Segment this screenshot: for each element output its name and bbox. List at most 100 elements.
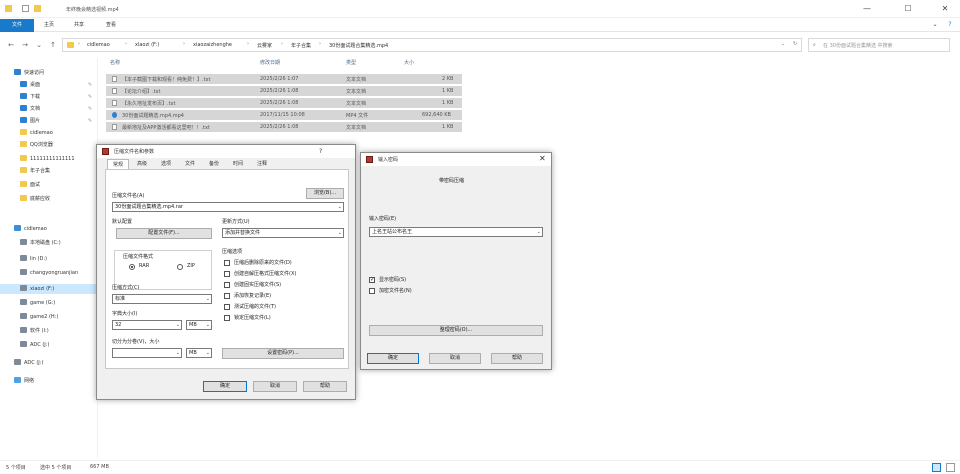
method-select[interactable]: 标准 ⌄: [112, 294, 212, 304]
option-lock-checkbox[interactable]: [224, 315, 230, 321]
sidebar-item-drive-i[interactable]: 软件 (I:): [20, 326, 49, 336]
sidebar-item-folder-1111[interactable]: 11111111111111: [20, 154, 75, 164]
search-input[interactable]: ⌕ 在 30份面试题合集精选 中搜索: [808, 38, 950, 52]
dict-unit-select[interactable]: MB ⌄: [186, 320, 212, 330]
column-header-type[interactable]: 类型: [346, 58, 356, 68]
tab-share[interactable]: 共享: [68, 19, 90, 32]
help-button[interactable]: 帮助: [303, 381, 347, 392]
file-row[interactable]: 30份面试题精选.mp4.mp4 2017/11/15 10:08 MP4 文件…: [106, 110, 462, 120]
file-row[interactable]: 【本子截图下载和观看！纯免费！】.txt 2025/2/26 1:07 文本文档…: [106, 74, 462, 84]
breadcrumb[interactable]: 云雾家: [257, 42, 272, 49]
help-icon[interactable]: ?: [945, 20, 955, 30]
sidebar-item-cidlemao-folder[interactable]: cidlemao: [20, 128, 53, 138]
breadcrumb[interactable]: cidlemao: [87, 42, 110, 48]
tab-general[interactable]: 常规: [107, 159, 129, 169]
sidebar-item-this-pc[interactable]: cidlemao: [14, 224, 47, 234]
ok-button[interactable]: 确定: [203, 381, 247, 392]
column-header-name[interactable]: 名称: [110, 58, 120, 68]
file-row[interactable]: 【永久地址发布页】.txt 2025/2/26 1:08 文本文档 1 KB: [106, 98, 462, 108]
tab-file[interactable]: 文件: [0, 19, 34, 32]
sidebar-item-quick-access[interactable]: 快速访问: [14, 68, 44, 78]
format-zip-radio[interactable]: [177, 264, 183, 270]
star-icon: [14, 69, 21, 75]
sidebar-item-drive-e[interactable]: changyongruanjian: [20, 268, 78, 278]
sidebar-item-qq-browser[interactable]: QQ浏览器: [20, 140, 53, 150]
tab-backup[interactable]: 备份: [203, 159, 225, 169]
tab-files[interactable]: 文件: [179, 159, 201, 169]
tab-time[interactable]: 时间: [227, 159, 249, 169]
minimize-button[interactable]: —: [862, 4, 872, 14]
password-cancel-button[interactable]: 取消: [429, 353, 481, 364]
show-password-checkbox[interactable]: [369, 276, 375, 283]
recent-chevron-icon[interactable]: ⌄: [34, 40, 44, 50]
up-arrow-icon[interactable]: ↑: [48, 40, 58, 50]
option-sfx-checkbox[interactable]: [224, 271, 230, 277]
chevron-down-icon[interactable]: ⌄: [781, 41, 785, 47]
split-unit-select[interactable]: MB ⌄: [186, 348, 212, 358]
option-test-checkbox[interactable]: [224, 304, 230, 310]
path-field[interactable]: › cidlemao › xlaozi (F:) › xiaozaizhengh…: [62, 38, 802, 52]
sidebar-item-salary[interactable]: 底薪应收: [20, 194, 50, 204]
dict-size-select[interactable]: 32 ⌄: [112, 320, 182, 330]
file-row[interactable]: 【论坛介绍】.txt 2025/2/26 1:08 文本文档 1 KB: [106, 86, 462, 96]
sidebar-item-drive-g[interactable]: game (G:): [20, 298, 55, 308]
column-header-date[interactable]: 修改日期: [260, 58, 280, 68]
encrypt-names-checkbox[interactable]: [369, 288, 375, 294]
sidebar-item-downloads[interactable]: 下载: [20, 92, 40, 102]
set-password-button[interactable]: 设置密码(P)...: [222, 348, 344, 359]
selected-count: 选中 5 个项目: [40, 465, 72, 471]
organize-passwords-button[interactable]: 整理密码(O)...: [369, 325, 543, 336]
update-mode-select[interactable]: 添加并替换文件 ⌄: [222, 228, 344, 238]
browse-button[interactable]: 浏览(B)...: [306, 188, 344, 199]
sidebar-item-drive-d[interactable]: lin (D:): [20, 254, 47, 264]
format-rar-radio[interactable]: [129, 264, 135, 270]
close-icon[interactable]: ✕: [539, 154, 546, 163]
details-view-icon[interactable]: [932, 463, 941, 472]
cancel-button[interactable]: 取消: [253, 381, 297, 392]
back-arrow-icon[interactable]: ←: [6, 40, 16, 50]
tab-options[interactable]: 选项: [155, 159, 177, 169]
password-ok-button[interactable]: 确定: [367, 353, 419, 364]
large-icons-view-icon[interactable]: [946, 463, 955, 472]
sidebar-item-drive-h[interactable]: game2 (H:): [20, 312, 58, 322]
sidebar-item-nianzi[interactable]: 年子合集: [20, 166, 50, 176]
option-delete-checkbox[interactable]: [224, 260, 230, 266]
split-size-input[interactable]: ⌄: [112, 348, 182, 358]
chevron-down-icon[interactable]: ⌄: [930, 20, 940, 30]
breadcrumb[interactable]: 30份面试题合集精选.mp4: [329, 42, 388, 49]
help-icon[interactable]: ?: [319, 148, 322, 155]
tab-comment[interactable]: 注释: [251, 159, 273, 169]
tab-advanced[interactable]: 高级: [131, 159, 153, 169]
sidebar-item-desktop[interactable]: 桌面: [20, 80, 40, 90]
password-help-button[interactable]: 帮助: [491, 353, 543, 364]
forward-arrow-icon[interactable]: →: [20, 40, 30, 50]
option-solid-checkbox[interactable]: [224, 282, 230, 288]
archive-name-input[interactable]: 30份面试题合集精选.mp4.rar ⌄: [112, 202, 344, 212]
sidebar-item-drive-c[interactable]: 本地磁盘 (C:): [20, 238, 61, 248]
sidebar-item-network[interactable]: 网络: [14, 376, 34, 386]
column-header-size[interactable]: 大小: [404, 58, 414, 68]
tab-home[interactable]: 主页: [38, 19, 60, 32]
config-button[interactable]: 配置文件(F)...: [116, 228, 212, 239]
properties-icon[interactable]: [22, 5, 29, 12]
option-lock-label: 锁定压缩文件(L): [234, 315, 271, 321]
option-delete-label: 压缩后删除原来的文件(D): [234, 260, 292, 266]
new-folder-icon[interactable]: [34, 5, 41, 12]
breadcrumb[interactable]: xiaozaizhenghe: [193, 42, 232, 48]
refresh-icon[interactable]: ↻: [793, 41, 797, 47]
option-recovery-checkbox[interactable]: [224, 293, 230, 299]
sidebar-item-documents[interactable]: 文档: [20, 104, 40, 114]
password-input[interactable]: 上名王站公布名王 ⌄: [369, 227, 543, 237]
maximize-button[interactable]: ☐: [903, 4, 913, 14]
sidebar-item-drive-f[interactable]: xiaozi (F:): [0, 284, 97, 294]
breadcrumb[interactable]: xlaozi (F:): [135, 42, 159, 48]
sidebar-item-interview[interactable]: 面试: [20, 180, 40, 190]
sidebar-item-drive-j-root[interactable]: ADC (J:): [14, 358, 43, 368]
file-row[interactable]: 最新地址及APP激活都看这里吧！！.txt 2025/2/26 1:08 文本文…: [106, 122, 462, 132]
sidebar-item-pictures[interactable]: 图片: [20, 116, 40, 126]
close-button[interactable]: ✕: [940, 4, 950, 14]
pin-icon: ✎: [88, 82, 93, 88]
breadcrumb[interactable]: 年子合集: [291, 42, 311, 49]
tab-view[interactable]: 查看: [100, 19, 122, 32]
sidebar-item-drive-j[interactable]: ADC (J:): [20, 340, 49, 350]
